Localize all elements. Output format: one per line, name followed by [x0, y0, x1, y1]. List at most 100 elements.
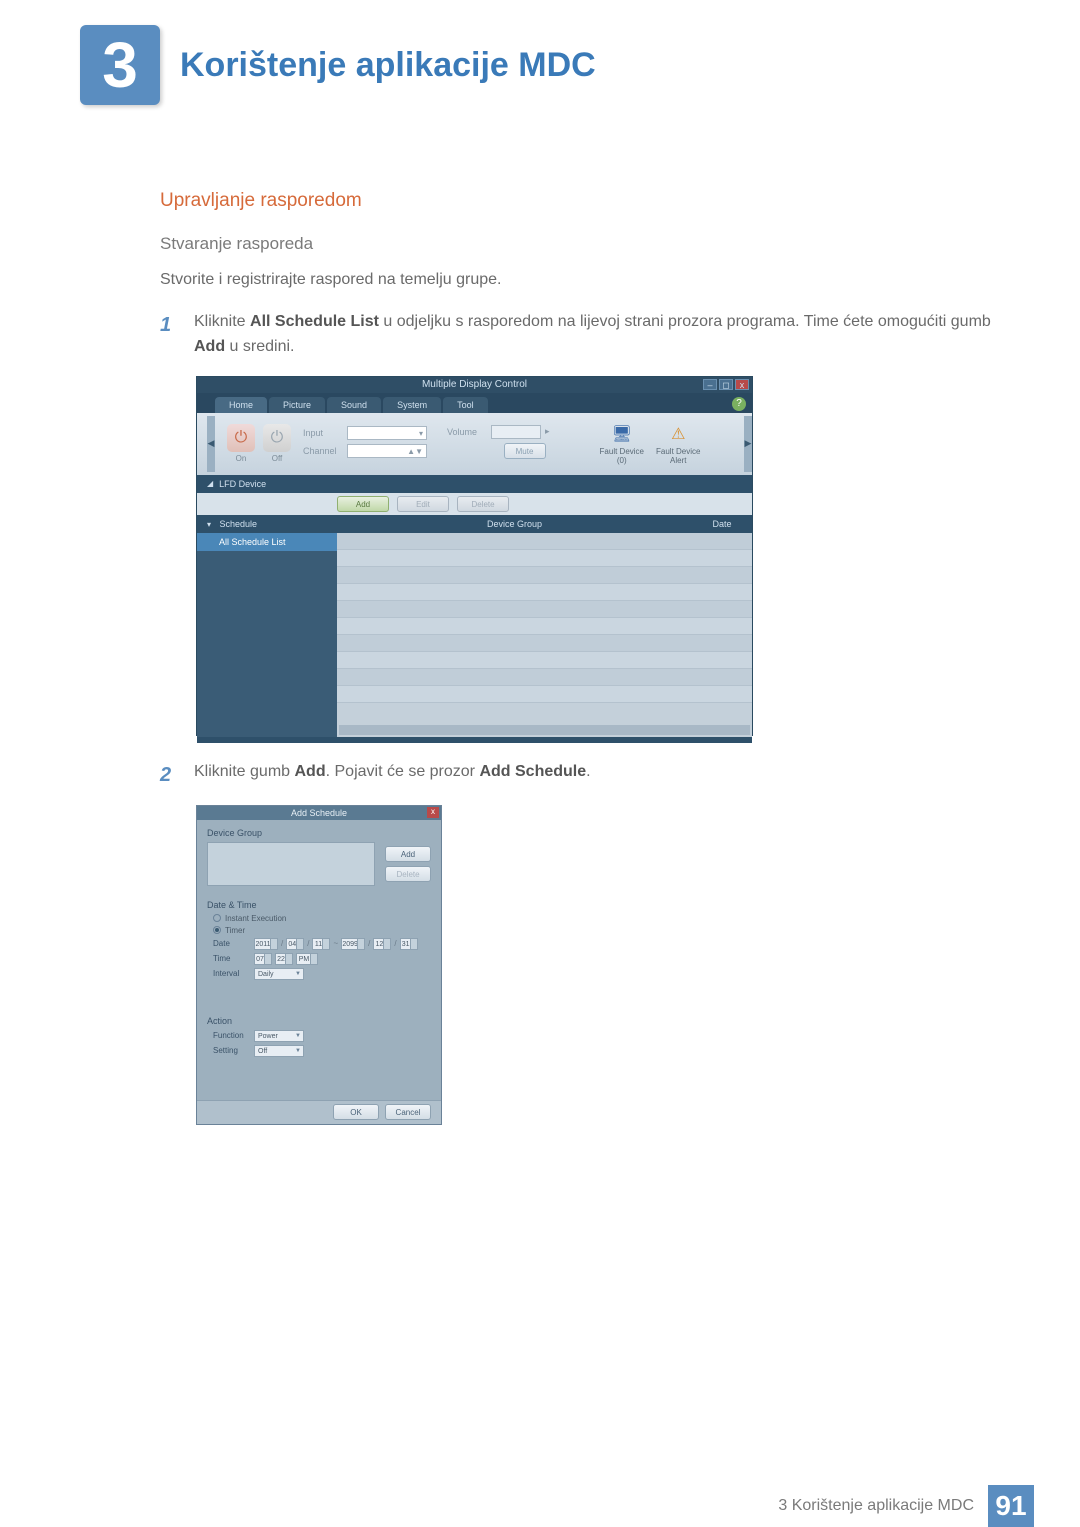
tab-picture[interactable]: Picture [269, 397, 325, 413]
ribbon-nav-left[interactable]: ◀ [207, 416, 215, 472]
tab-home[interactable]: Home [215, 397, 267, 413]
collapse-icon: ◢ [207, 479, 213, 488]
fault-device-count[interactable]: 🖥 Fault Device (0) [600, 423, 644, 465]
power-off-button[interactable]: ⏻ Off [261, 424, 293, 463]
date-from-day[interactable]: 11 [312, 938, 330, 950]
setting-dropdown[interactable]: Off [254, 1045, 304, 1057]
device-group-list[interactable] [207, 842, 375, 886]
table-body [337, 533, 752, 703]
table-row [337, 686, 752, 703]
mdc-sidebar: ▾ Schedule All Schedule List [197, 515, 337, 737]
time-minute[interactable]: 22 [275, 953, 293, 965]
page-footer: 3 Korištenje aplikacije MDC 91 [0, 1485, 1080, 1527]
radio-icon [213, 914, 221, 922]
device-group-label: Device Group [207, 828, 431, 838]
time-label: Time [213, 954, 251, 963]
dialog-titlebar: Add Schedule x [197, 806, 441, 820]
date-label: Date [213, 939, 251, 948]
ok-button[interactable]: OK [333, 1104, 379, 1120]
date-from-month[interactable]: 04 [286, 938, 304, 950]
horizontal-scrollbar[interactable] [339, 725, 750, 735]
tab-tool[interactable]: Tool [443, 397, 488, 413]
close-button[interactable]: x [427, 807, 439, 818]
close-button[interactable]: x [735, 379, 749, 390]
ribbon-nav-right[interactable]: ▶ [744, 416, 752, 472]
date-from-year[interactable]: 2011 [254, 938, 278, 950]
channel-spinner[interactable]: ▲▼ [347, 444, 427, 458]
table-row [337, 533, 752, 550]
interval-label: Interval [213, 969, 251, 978]
intro-text: Stvorite i registrirajte raspored na tem… [160, 268, 1000, 292]
fault-device-alert[interactable]: ⚠ Fault Device Alert [656, 423, 700, 465]
add-button[interactable]: Add [337, 496, 389, 512]
time-ampm[interactable]: PM [296, 953, 318, 965]
date-to-day[interactable]: 31 [400, 938, 418, 950]
table-header: Device Group Date [337, 515, 752, 533]
minimize-button[interactable]: – [703, 379, 717, 390]
volume-slider[interactable] [491, 425, 541, 439]
date-to-year[interactable]: 2099 [341, 938, 365, 950]
tab-system[interactable]: System [383, 397, 441, 413]
cancel-button[interactable]: Cancel [385, 1104, 431, 1120]
mdc-tabs: Home Picture Sound System Tool [197, 393, 752, 413]
date-to-month[interactable]: 12 [373, 938, 391, 950]
sidebar-item-schedule[interactable]: ▾ Schedule [197, 515, 337, 533]
step-number: 2 [160, 760, 178, 791]
mdc-window: Multiple Display Control – ◻ x Home Pict… [196, 376, 753, 736]
mdc-ribbon: ◀ ⏻ On ⏻ Off Input ▾ [197, 413, 752, 475]
radio-icon [213, 926, 221, 934]
mdc-statusbar [197, 737, 752, 743]
table-row [337, 550, 752, 567]
schedule-action-bar: Add Edit Delete [197, 493, 752, 515]
table-row [337, 669, 752, 686]
date-time-label: Date & Time [207, 900, 431, 910]
power-icon: ⏻ [227, 424, 255, 452]
action-label: Action [207, 1016, 431, 1026]
function-dropdown[interactable]: Power [254, 1030, 304, 1042]
power-on-button[interactable]: ⏻ On [225, 424, 257, 463]
expand-icon: ▾ [207, 520, 211, 529]
chapter-number-badge: 3 [80, 25, 160, 105]
mdc-titlebar: Multiple Display Control – ◻ x [197, 377, 752, 393]
instant-execution-radio[interactable]: Instant Execution [213, 914, 431, 923]
tab-sound[interactable]: Sound [327, 397, 381, 413]
add-schedule-dialog: Add Schedule x Device Group Add Delete D… [196, 805, 442, 1125]
table-row [337, 584, 752, 601]
device-group-delete-button[interactable]: Delete [385, 866, 431, 882]
delete-button[interactable]: Delete [457, 496, 509, 512]
sidebar-item-all-schedule-list[interactable]: All Schedule List [197, 533, 337, 551]
device-group-add-button[interactable]: Add [385, 846, 431, 862]
power-icon: ⏻ [263, 424, 291, 452]
table-row [337, 601, 752, 618]
table-row [337, 618, 752, 635]
time-hour[interactable]: 07 [254, 953, 272, 965]
table-row [337, 567, 752, 584]
interval-dropdown[interactable]: Daily [254, 968, 304, 980]
chapter-title: Korištenje aplikacije MDC [180, 46, 596, 85]
maximize-button[interactable]: ◻ [719, 379, 733, 390]
footer-chapter-ref: 3 Korištenje aplikacije MDC [778, 1497, 974, 1515]
timer-radio[interactable]: Timer [213, 926, 431, 935]
subsection-heading: Stvaranje rasporeda [160, 234, 1000, 254]
help-icon[interactable]: ? [732, 397, 746, 411]
input-label: Input [303, 428, 343, 438]
table-row [337, 652, 752, 669]
lfd-device-row[interactable]: ◢ LFD Device [197, 475, 752, 493]
input-dropdown[interactable]: ▾ [347, 426, 427, 440]
mute-button[interactable]: Mute [504, 443, 546, 459]
col-date: Date [692, 519, 752, 529]
section-heading: Upravljanje rasporedom [160, 190, 1000, 212]
step-number: 1 [160, 310, 178, 360]
edit-button[interactable]: Edit [397, 496, 449, 512]
mdc-main-panel: Device Group Date [337, 515, 752, 737]
monitor-icon: 🖥 [609, 423, 635, 445]
channel-label: Channel [303, 446, 343, 456]
function-label: Function [213, 1031, 251, 1040]
volume-label: Volume [447, 427, 487, 437]
step-2: 2 Kliknite gumb Add. Pojavit će se prozo… [160, 760, 1000, 791]
warning-icon: ⚠ [665, 423, 691, 445]
setting-label: Setting [213, 1046, 251, 1055]
dialog-footer: OK Cancel [197, 1100, 441, 1124]
step-text: Kliknite All Schedule List u odjeljku s … [194, 310, 1000, 360]
table-row [337, 635, 752, 652]
